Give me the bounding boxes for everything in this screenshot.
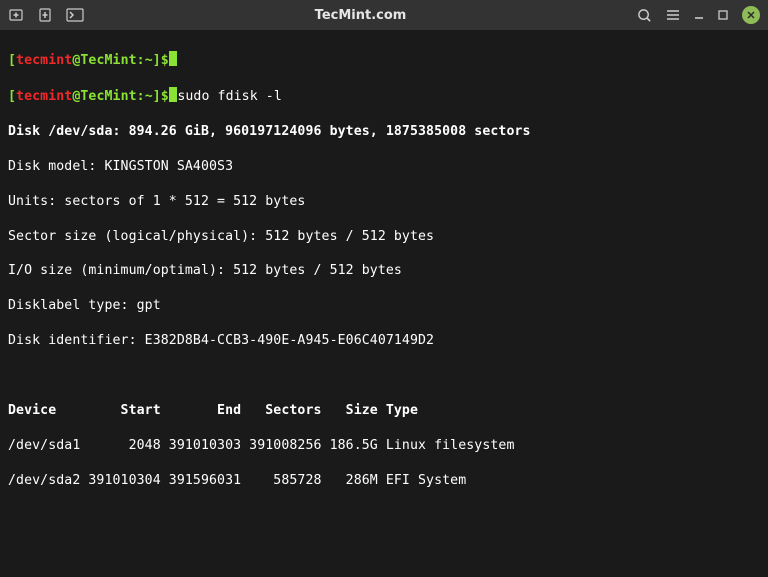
partition-row: /dev/sda1 2048 391010303 391008256 186.5… xyxy=(8,437,760,454)
close-icon[interactable] xyxy=(742,6,760,24)
prompt-line: [tecmint@TecMint:~]$ xyxy=(8,51,760,69)
maximize-icon[interactable] xyxy=(718,10,728,20)
minimize-icon[interactable] xyxy=(694,10,704,20)
terminal-output[interactable]: [tecmint@TecMint:~]$ [tecmint@TecMint:~]… xyxy=(0,30,768,577)
new-window-icon[interactable] xyxy=(38,7,52,23)
disk-header: Disk /dev/sda: 894.26 GiB, 960197124096 … xyxy=(8,123,760,140)
new-tab-icon[interactable] xyxy=(8,7,24,23)
titlebar-left-controls xyxy=(8,7,84,23)
blank-line xyxy=(8,541,760,558)
titlebar: TecMint.com xyxy=(0,0,768,30)
disk-units: Units: sectors of 1 * 512 = 512 bytes xyxy=(8,193,760,210)
search-icon[interactable] xyxy=(637,8,652,23)
disk-labeltype: Disklabel type: gpt xyxy=(8,297,760,314)
menu-icon[interactable] xyxy=(666,8,680,22)
disk-io: I/O size (minimum/optimal): 512 bytes / … xyxy=(8,262,760,279)
window-title: TecMint.com xyxy=(84,8,637,23)
blank-line xyxy=(8,367,760,384)
command-text: sudo fdisk -l xyxy=(177,89,282,104)
disk-identifier: Disk identifier: E382D8B4-CCB3-490E-A945… xyxy=(8,332,760,349)
terminal-icon[interactable] xyxy=(66,8,84,22)
disk-model: Disk model: KINGSTON SA400S3 xyxy=(8,158,760,175)
cursor xyxy=(169,51,178,66)
blank-line xyxy=(8,506,760,523)
prompt-line: [tecmint@TecMint:~]$sudo fdisk -l xyxy=(8,87,760,105)
partition-row: /dev/sda2 391010304 391596031 585728 286… xyxy=(8,472,760,489)
disk-sector: Sector size (logical/physical): 512 byte… xyxy=(8,228,760,245)
partition-header: Device Start End Sectors Size Type xyxy=(8,402,760,419)
titlebar-right-controls xyxy=(637,6,760,24)
